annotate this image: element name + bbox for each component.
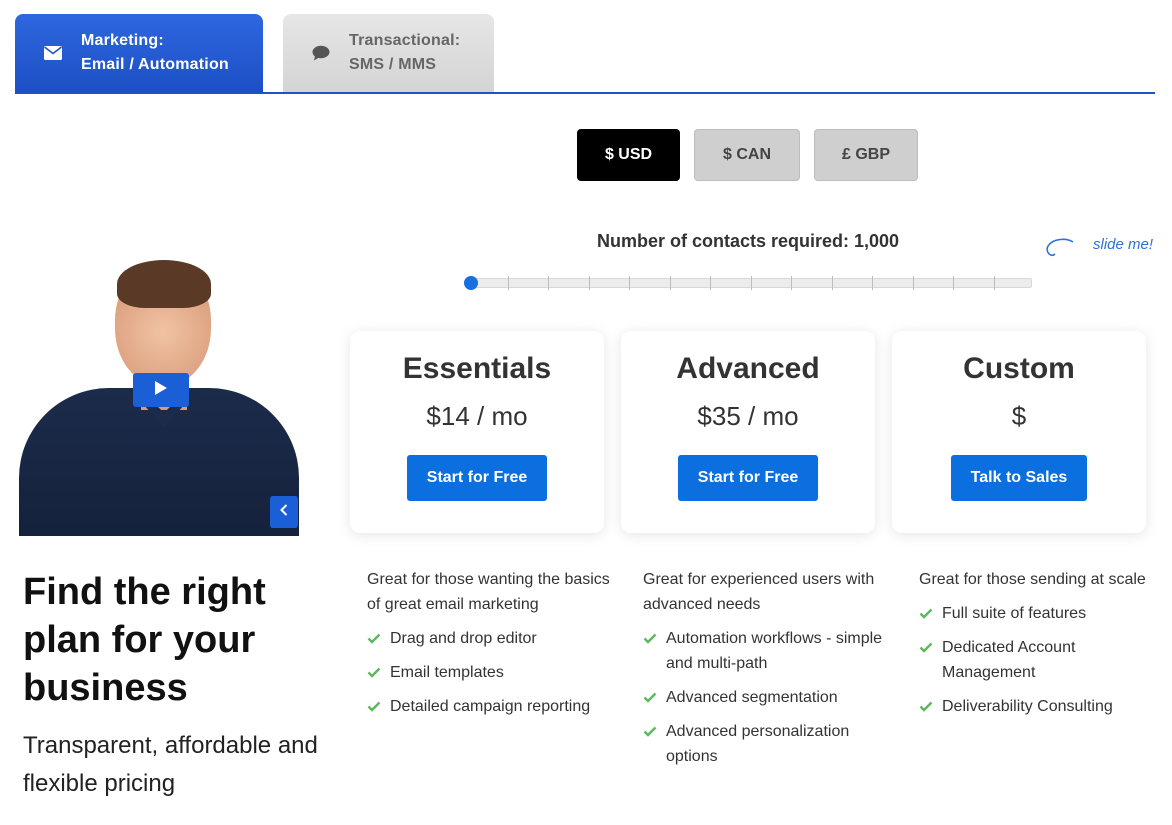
plan-description: Great for those wanting the basics of gr…: [367, 571, 610, 613]
feature-item: Dedicated Account Management: [919, 635, 1169, 685]
plan-description: Great for experienced users with advance…: [643, 571, 875, 613]
tab-marketing-title: Marketing:: [81, 32, 164, 49]
chevron-left-icon: [280, 503, 288, 521]
checkmark-icon: [643, 626, 659, 651]
feature-item: Deliverability Consulting: [919, 694, 1169, 719]
plan-card-essentials: Essentials $14 / mo Start for Free: [350, 331, 604, 533]
slide-me-hint: slide me!: [1093, 236, 1154, 253]
chat-bubble-icon: [311, 43, 331, 63]
slider-tick: [993, 276, 995, 290]
slider-tick: [669, 276, 671, 290]
feature-text: Advanced segmentation: [666, 689, 838, 706]
start-for-free-button[interactable]: Start for Free: [406, 455, 548, 501]
contacts-slider-track[interactable]: [466, 276, 1032, 290]
slider-tick: [507, 276, 509, 290]
plan-card-custom: Custom $ Talk to Sales: [892, 331, 1146, 533]
features-custom: Great for those sending at scale Full su…: [919, 567, 1169, 728]
carousel-prev-button[interactable]: [270, 496, 298, 528]
contacts-slider-thumb[interactable]: [464, 276, 478, 290]
slider-tick: [710, 276, 711, 290]
checkmark-icon: [919, 601, 935, 626]
curved-arrow-icon: [1043, 234, 1077, 269]
page-subheadline: Transparent, affordable and flexible pri…: [23, 732, 318, 797]
feature-item: Drag and drop editor: [367, 626, 617, 651]
slider-tick: [548, 276, 549, 290]
plan-name: Advanced: [676, 352, 820, 385]
plan-name: Custom: [963, 352, 1075, 385]
tab-transactional-sms[interactable]: Transactional: SMS / MMS: [283, 14, 494, 92]
tab-marketing-subtitle: Email / Automation: [81, 56, 229, 73]
checkmark-icon: [643, 719, 659, 744]
checkmark-icon: [919, 635, 935, 660]
feature-item: Email templates: [367, 660, 617, 685]
slider-tick: [912, 276, 914, 290]
feature-text: Advanced personalization options: [666, 723, 850, 765]
feature-item: Detailed campaign reporting: [367, 694, 617, 719]
feature-item: Advanced segmentation: [643, 685, 893, 710]
feature-list: Automation workflows - simple and multi-…: [643, 626, 893, 769]
intro-video[interactable]: [19, 240, 299, 536]
features-essentials: Great for those wanting the basics of gr…: [367, 567, 617, 728]
plan-price: $35 / mo: [697, 401, 799, 431]
checkmark-icon: [367, 626, 383, 651]
slider-tick: [629, 276, 630, 290]
feature-text: Drag and drop editor: [390, 630, 537, 647]
currency-gbp-button[interactable]: £ GBP: [814, 129, 918, 181]
currency-usd-button[interactable]: $ USD: [577, 129, 680, 181]
play-button[interactable]: [133, 373, 189, 407]
feature-text: Dedicated Account Management: [942, 639, 1076, 681]
feature-item: Automation workflows - simple and multi-…: [643, 626, 893, 676]
envelope-icon: [43, 43, 63, 63]
page-headline: Find the right plan for your business: [23, 571, 266, 709]
checkmark-icon: [643, 685, 659, 710]
currency-can-button[interactable]: $ CAN: [694, 129, 800, 181]
talk-to-sales-button[interactable]: Talk to Sales: [950, 455, 1088, 501]
slider-tick: [872, 276, 873, 290]
feature-text: Automation workflows - simple and multi-…: [666, 630, 883, 672]
feature-list: Drag and drop editor Email templates Detai…: [367, 626, 617, 719]
tab-transactional-subtitle: SMS / MMS: [349, 56, 437, 73]
feature-list: Full suite of features Dedicated Account …: [919, 601, 1169, 719]
plan-card-advanced: Advanced $35 / mo Start for Free: [621, 331, 875, 533]
plan-description: Great for those sending at scale: [919, 571, 1146, 588]
start-for-free-button[interactable]: Start for Free: [677, 455, 819, 501]
feature-text: Deliverability Consulting: [942, 698, 1113, 715]
plan-price: $14 / mo: [426, 401, 528, 431]
contacts-label: Number of contacts required: 1,000: [596, 231, 900, 251]
slider-tick: [791, 276, 792, 290]
plan-name: Essentials: [402, 352, 552, 385]
tab-transactional-title: Transactional:: [349, 32, 461, 49]
checkmark-icon: [919, 694, 935, 719]
video-thumbnail-hair: [117, 260, 211, 308]
checkmark-icon: [367, 694, 383, 719]
checkmark-icon: [367, 660, 383, 685]
feature-item: Full suite of features: [919, 601, 1169, 626]
feature-item: Advanced personalization options: [643, 719, 893, 769]
slider-tick: [953, 276, 954, 290]
slider-tick: [750, 276, 752, 290]
features-advanced: Great for experienced users with advance…: [643, 567, 893, 778]
slider-tick: [831, 276, 833, 290]
play-icon: [154, 380, 168, 401]
plan-price: $: [1011, 401, 1027, 431]
slider-tick: [588, 276, 590, 290]
tab-marketing-email[interactable]: Marketing: Email / Automation: [15, 14, 263, 92]
feature-text: Full suite of features: [942, 605, 1087, 622]
feature-text: Email templates: [390, 664, 504, 681]
product-tabs: Marketing: Email / Automation Transactio…: [15, 14, 1155, 94]
feature-text: Detailed campaign reporting: [390, 698, 591, 715]
